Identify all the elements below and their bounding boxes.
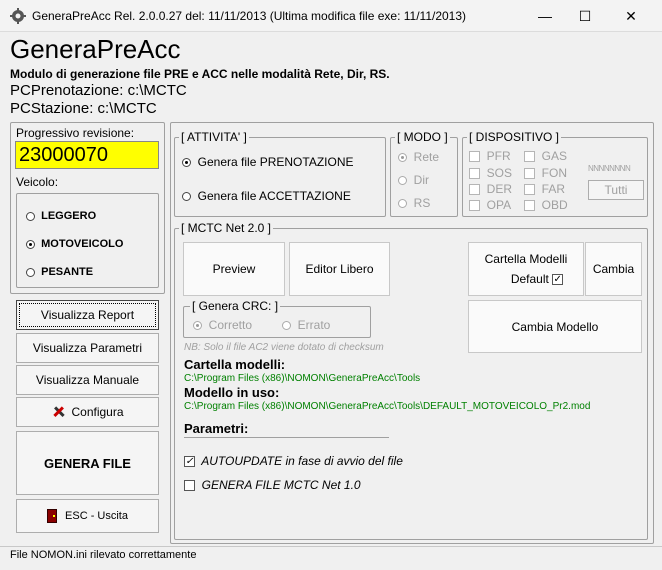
veicolo-leggero[interactable]: LEGGERO xyxy=(26,210,96,222)
attivita-legend: [ ATTIVITA' ] xyxy=(179,130,249,144)
modo-rete[interactable]: Rete xyxy=(398,150,439,164)
device-far[interactable]: FAR xyxy=(524,182,565,196)
attivita-prenotazione[interactable]: Genera file PRENOTAZIONE xyxy=(182,155,354,169)
window-title: GeneraPreAcc Rel. 2.0.0.27 del: 11/11/20… xyxy=(32,9,467,23)
genera-mctc-checkbox[interactable] xyxy=(184,480,195,492)
visualizza-parametri-button[interactable]: Visualizza Parametri xyxy=(16,333,159,363)
default-toggle[interactable]: Default ✓ xyxy=(511,272,564,286)
app-title: GeneraPreAcc xyxy=(10,34,181,64)
parametri-title: Parametri: xyxy=(184,421,249,436)
motoveicolo-radio[interactable] xyxy=(26,239,35,249)
preview-button[interactable]: Preview xyxy=(183,242,285,296)
title-bar: GeneraPreAcc Rel. 2.0.0.27 del: 11/11/20… xyxy=(0,0,662,32)
default-checkbox[interactable]: ✓ xyxy=(552,274,564,286)
crc-note: NB: Solo il file AC2 viene dotato di che… xyxy=(184,342,384,353)
obd-checkbox[interactable] xyxy=(524,200,535,212)
pc-prenotazione: PCPrenotazione: c:\MCTC xyxy=(10,82,187,99)
dir-radio[interactable] xyxy=(398,176,407,186)
pesante-radio[interactable] xyxy=(26,267,35,277)
crc-legend: [ Genera CRC: ] xyxy=(190,299,281,313)
cartella-modelli-title: Cartella modelli: xyxy=(184,357,286,372)
cartella-modelli-label: Cartella Modelli xyxy=(484,252,568,266)
app-subtitle: Modulo di generazione file PRE e ACC nel… xyxy=(10,67,390,81)
tools-icon xyxy=(51,404,67,420)
crc-corretto[interactable]: Corretto xyxy=(193,318,252,332)
rete-radio[interactable] xyxy=(398,153,407,163)
device-pfr[interactable]: PFR xyxy=(469,149,511,163)
cartella-modelli-panel: Cartella Modelli Default ✓ xyxy=(468,242,584,296)
attivita-group: [ ATTIVITA' ] xyxy=(174,130,386,217)
progressivo-field[interactable]: 23000070 xyxy=(15,141,159,169)
mctc-legend: [ MCTC Net 2.0 ] xyxy=(179,221,274,235)
close-button[interactable]: ✕ xyxy=(608,0,654,32)
modo-rs[interactable]: RS xyxy=(398,196,430,210)
rs-radio[interactable] xyxy=(398,199,407,209)
der-checkbox[interactable] xyxy=(469,184,480,196)
autoupdate-checkbox[interactable]: ✓ xyxy=(184,456,195,468)
device-der[interactable]: DER xyxy=(469,182,512,196)
modo-dir[interactable]: Dir xyxy=(398,173,429,187)
configura-button[interactable]: Configura xyxy=(16,397,159,427)
device-code-field[interactable]: NNNNNNNN xyxy=(588,164,631,173)
prenotazione-radio[interactable] xyxy=(182,158,191,168)
parametri-divider xyxy=(184,437,389,438)
attivita-accettazione[interactable]: Genera file ACCETTAZIONE xyxy=(182,189,351,203)
far-checkbox[interactable] xyxy=(524,184,535,196)
modo-legend: [ MODO ] xyxy=(395,130,450,144)
corretto-radio[interactable] xyxy=(193,321,202,331)
opa-checkbox[interactable] xyxy=(469,200,480,212)
device-fon[interactable]: FON xyxy=(524,166,567,180)
pfr-checkbox[interactable] xyxy=(469,151,480,163)
autoupdate-option[interactable]: ✓ AUTOUPDATE in fase di avvio del file xyxy=(184,454,403,468)
status-bar: File NOMON.ini rilevato correttamente xyxy=(0,546,662,570)
device-gas[interactable]: GAS xyxy=(524,149,567,163)
maximize-button[interactable]: ☐ xyxy=(562,0,608,32)
sos-checkbox[interactable] xyxy=(469,168,480,180)
genera-mctc-option[interactable]: GENERA FILE MCTC Net 1.0 xyxy=(184,478,361,492)
errato-radio[interactable] xyxy=(282,321,291,331)
fon-checkbox[interactable] xyxy=(524,168,535,180)
cambia-modello-button[interactable]: Cambia Modello xyxy=(468,300,642,353)
editor-libero-button[interactable]: Editor Libero xyxy=(289,242,390,296)
genera-file-button[interactable]: GENERA FILE xyxy=(16,431,159,495)
esc-uscita-button[interactable]: ESC - Uscita xyxy=(16,499,159,533)
progressivo-label: Progressivo revisione: xyxy=(16,126,135,140)
veicolo-pesante[interactable]: PESANTE xyxy=(26,266,93,278)
accettazione-radio[interactable] xyxy=(182,192,191,202)
crc-errato[interactable]: Errato xyxy=(282,318,330,332)
gas-checkbox[interactable] xyxy=(524,151,535,163)
device-opa[interactable]: OPA xyxy=(469,198,511,212)
veicolo-motoveicolo[interactable]: MOTOVEICOLO xyxy=(26,238,123,250)
device-obd[interactable]: OBD xyxy=(524,198,568,212)
leggero-radio[interactable] xyxy=(26,211,35,221)
modello-in-uso-title: Modello in uso: xyxy=(184,385,280,400)
modello-in-uso-path: C:\Program Files (x86)\NOMON\GeneraPreAc… xyxy=(184,401,591,412)
visualizza-report-button[interactable]: Visualizza Report xyxy=(16,300,159,330)
cartella-modelli-path: C:\Program Files (x86)\NOMON\GeneraPreAc… xyxy=(184,373,421,384)
exit-door-icon xyxy=(47,509,58,523)
app-icon xyxy=(10,8,26,24)
visualizza-manuale-button[interactable]: Visualizza Manuale xyxy=(16,365,159,395)
tutti-button[interactable]: Tutti xyxy=(588,180,644,200)
pc-stazione: PCStazione: c:\MCTC xyxy=(10,100,157,117)
device-sos[interactable]: SOS xyxy=(469,166,512,180)
veicolo-label: Veicolo: xyxy=(16,175,59,189)
cambia-button[interactable]: Cambia xyxy=(585,242,642,296)
status-text: File NOMON.ini rilevato correttamente xyxy=(10,549,197,561)
dispositivo-legend: [ DISPOSITIVO ] xyxy=(467,130,562,144)
